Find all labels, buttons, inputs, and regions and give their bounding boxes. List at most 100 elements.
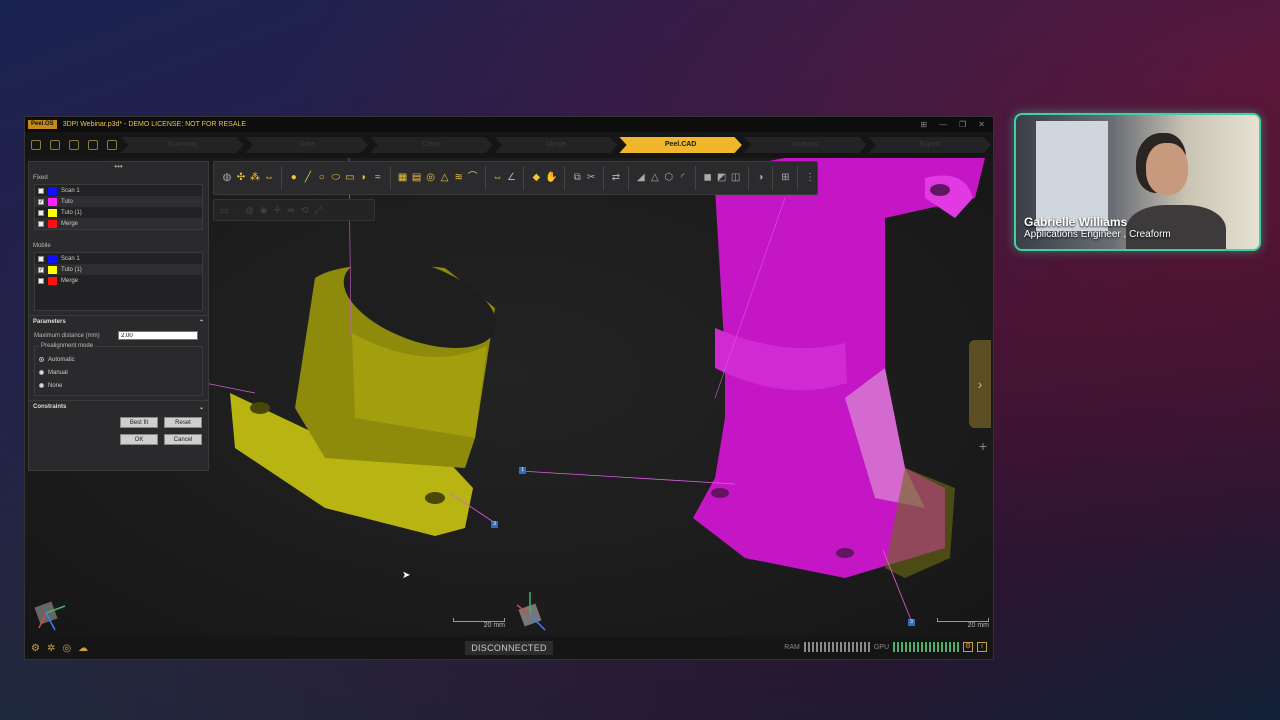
side-panel-toggle[interactable]: › xyxy=(969,340,991,428)
home-icon[interactable] xyxy=(31,140,41,150)
circle-icon[interactable]: ○ xyxy=(317,172,327,184)
3d-viewport[interactable]: ◍ ✣ ⁂ ⇔ ● ╱ ○ ⬭ ▭ ◗ ≈ ▦ ▤ ◎ △ ≋ ⌒ ⇔ ∠ ◆ ✋ ⧉ ✂ ⇄ ◢ △ ⬡ ◜ ◼ ◩ ◫ ◑ ⊞ ⋮ ▭ ◌ ◍… xyxy=(25,158,993,638)
menu-icon[interactable]: ⋮ xyxy=(805,172,815,184)
mode-radio[interactable]: Manual xyxy=(39,366,198,379)
checkbox[interactable]: ✓ xyxy=(38,266,44,273)
hand-icon[interactable]: ✋ xyxy=(545,172,557,184)
point-icon[interactable]: ● xyxy=(289,172,299,184)
arc-icon[interactable]: ◗ xyxy=(359,172,369,184)
angle-icon[interactable]: ∠ xyxy=(506,172,516,184)
point-marker-3[interactable]: 3 xyxy=(491,521,498,528)
checkbox[interactable] xyxy=(38,255,44,262)
measure-icon[interactable]: ⇔ xyxy=(492,172,502,184)
panel-grip[interactable]: ••• xyxy=(29,162,208,172)
yellow-part-model[interactable] xyxy=(230,240,508,536)
point-marker-3b[interactable]: 3 xyxy=(908,619,915,626)
cut-icon[interactable]: ✂ xyxy=(586,172,596,184)
shade-icon[interactable]: ◑ xyxy=(755,172,765,184)
move-icon[interactable]: ✛ xyxy=(274,205,282,216)
plugin-icon[interactable] xyxy=(107,140,117,150)
project-icon[interactable] xyxy=(69,140,79,150)
axis-gizmo-left[interactable] xyxy=(34,601,66,631)
lasso-icon[interactable]: ◌ xyxy=(235,205,240,215)
list-item[interactable]: ✓ Tuto xyxy=(35,196,202,207)
radio-dot[interactable] xyxy=(39,383,44,388)
point-marker-1[interactable]: 1 xyxy=(519,467,526,474)
target-icon[interactable]: ◎ xyxy=(62,643,71,654)
grid-icon[interactable]: ▦ xyxy=(398,172,408,184)
sphere-icon[interactable]: ◍ xyxy=(222,172,232,184)
brush-icon[interactable]: ◍ xyxy=(246,205,254,216)
ok-button[interactable]: OK xyxy=(120,434,158,445)
pick-icon[interactable]: ⁂ xyxy=(250,172,260,184)
workflow-step[interactable]: Analysis xyxy=(743,137,867,153)
constraints-section[interactable]: Constraints ⌄ xyxy=(29,400,208,414)
max-distance-input[interactable] xyxy=(118,331,198,340)
list-item[interactable]: Merge xyxy=(35,275,202,286)
layout-icon[interactable]: ⊞ xyxy=(920,120,927,129)
patch-icon[interactable]: ◆ xyxy=(531,172,541,184)
scale-icon[interactable]: ⤢ xyxy=(314,205,321,216)
workflow-step[interactable]: Peel.CAD xyxy=(619,137,742,153)
workflow-step[interactable]: Scanning xyxy=(121,137,244,153)
cancel-button[interactable]: Cancel xyxy=(164,434,202,445)
save-icon[interactable] xyxy=(50,140,60,150)
list-item[interactable]: ✓ Tuto (1) xyxy=(35,264,202,275)
solid-icon[interactable]: ◼ xyxy=(703,172,713,184)
spline-icon[interactable]: ≈ xyxy=(373,172,383,184)
minimize-button[interactable]: — xyxy=(939,120,947,129)
checkbox[interactable]: ✓ xyxy=(38,198,44,205)
checkbox[interactable] xyxy=(38,220,44,227)
mode-radio[interactable]: None xyxy=(39,379,198,392)
mirror-icon[interactable]: ⇹ xyxy=(287,205,295,216)
scanner-icon[interactable] xyxy=(88,140,98,150)
transform-icon[interactable]: ⇄ xyxy=(611,172,621,184)
list-item[interactable]: Merge xyxy=(35,218,202,229)
axis-gizmo-center[interactable] xyxy=(516,592,546,631)
list-item[interactable]: Tuto (1) xyxy=(35,207,202,218)
workflow-step[interactable]: Data xyxy=(245,137,369,153)
curve-icon[interactable]: ⌒ xyxy=(468,172,478,184)
workflow-step[interactable]: Export xyxy=(868,137,992,153)
gear-icon[interactable]: ⚙ xyxy=(963,642,973,652)
ellipse-icon[interactable]: ⬭ xyxy=(331,172,341,184)
select-points-icon[interactable]: ✣ xyxy=(236,172,246,184)
parameters-section[interactable]: Parameters ⌃ xyxy=(29,315,208,329)
cone-icon[interactable]: △ xyxy=(440,172,450,184)
close-button[interactable]: ✕ xyxy=(978,120,985,129)
table-icon[interactable]: ▤ xyxy=(412,172,422,184)
checkbox[interactable] xyxy=(38,187,44,194)
rectangle-icon[interactable]: ▭ xyxy=(345,172,355,184)
info-icon[interactable]: i xyxy=(977,642,987,652)
settings-icon[interactable]: ✲ xyxy=(47,643,55,654)
shell-icon[interactable]: ◫ xyxy=(731,172,741,184)
eye-icon[interactable]: ◉ xyxy=(260,205,268,216)
device-icon[interactable]: ☁ xyxy=(78,643,88,654)
align-icon[interactable]: ⇔ xyxy=(264,172,274,184)
select-icon[interactable]: ▭ xyxy=(220,205,229,216)
rotate-icon[interactable]: ⟲ xyxy=(301,205,309,216)
wire-icon[interactable]: ⊞ xyxy=(780,172,790,184)
checkbox[interactable] xyxy=(38,277,44,284)
mode-radio[interactable]: Automatic xyxy=(39,353,198,366)
fillet-icon[interactable]: ◜ xyxy=(678,172,688,184)
surface-icon[interactable]: ◢ xyxy=(636,172,646,184)
radio-dot[interactable] xyxy=(39,357,44,362)
extrude-icon[interactable]: ⬡ xyxy=(664,172,674,184)
radio-dot[interactable] xyxy=(39,370,44,375)
copy-icon[interactable]: ⧉ xyxy=(572,172,582,184)
list-item[interactable]: Scan 1 xyxy=(35,185,202,196)
magenta-part-model[interactable] xyxy=(693,158,985,578)
boolean-icon[interactable]: ◩ xyxy=(717,172,727,184)
best-fit-button[interactable]: Best fit xyxy=(120,417,158,428)
reset-button[interactable]: Reset xyxy=(164,417,202,428)
restore-button[interactable]: ❐ xyxy=(959,120,966,129)
layers-icon[interactable]: ≋ xyxy=(454,172,464,184)
globe-icon[interactable]: ◎ xyxy=(426,172,436,184)
workflow-step[interactable]: Merge xyxy=(494,137,618,153)
plus-icon[interactable]: + xyxy=(979,438,987,454)
mesh-icon[interactable]: △ xyxy=(650,172,660,184)
list-item[interactable]: Scan 1 xyxy=(35,253,202,264)
scanner-status-icon[interactable]: ⚙ xyxy=(31,643,40,654)
checkbox[interactable] xyxy=(38,209,44,216)
